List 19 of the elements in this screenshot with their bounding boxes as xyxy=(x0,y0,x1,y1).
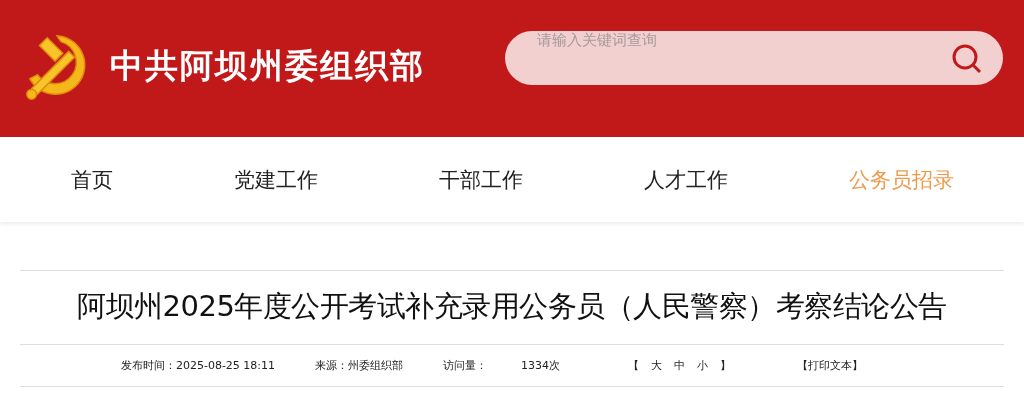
views-count: 1334次 xyxy=(521,358,561,373)
publish-label: 发布时间： xyxy=(120,358,176,373)
search-icon[interactable] xyxy=(951,42,983,75)
nav-tab[interactable]: 干部工作 xyxy=(438,165,523,194)
nav-tab[interactable]: 首页 xyxy=(70,165,113,194)
nav-tab[interactable]: 人才工作 xyxy=(643,165,728,194)
bracket: 【 xyxy=(628,358,640,373)
views-label: 访问量： xyxy=(443,358,488,373)
nav-tab[interactable]: 党建工作 xyxy=(233,165,318,194)
search-field[interactable]: 请输入关键词查询 xyxy=(537,28,837,51)
article-source: 来源：州委组织部 xyxy=(315,358,404,373)
font-size-link[interactable]: 中 xyxy=(674,358,686,373)
publish-time: 2025-08-25 18:11 xyxy=(175,359,276,372)
site-title: 中共阿坝州委组织部 xyxy=(110,45,425,87)
bracket: 】 xyxy=(720,358,732,373)
font-size-link[interactable]: 大 xyxy=(651,358,663,373)
print-link[interactable]: 【打印文本】 xyxy=(797,358,864,373)
font-size-link[interactable]: 小 xyxy=(697,358,709,373)
article-title: 阿坝州2025年度公开考试补充录用公务员（人民警察）考察结论公告 xyxy=(20,271,1004,345)
